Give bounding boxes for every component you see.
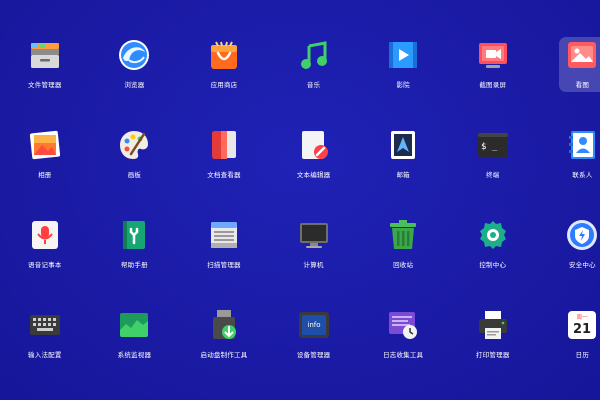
trash-icon [386, 218, 420, 252]
app-label: 截图录屏 [479, 81, 507, 89]
app-label: 帮助手册 [120, 261, 148, 269]
terminal-prompt: $ _ [481, 142, 498, 152]
app-voice-notes[interactable]: 语音记事本 [0, 214, 90, 304]
app-text-editor[interactable]: 文本编辑器 [269, 124, 359, 214]
computer-icon [297, 218, 331, 252]
app-label: 看图 [575, 81, 590, 89]
app-label: 系统监视器 [117, 351, 152, 359]
app-file-manager[interactable]: 文件管理器 [0, 34, 90, 124]
browser-icon [117, 38, 151, 72]
app-grid: 文件管理器 浏览器 应用商店 音乐 影院 截图录屏 看图 相册 画板 文档查看器… [0, 34, 600, 394]
print-manager-icon [476, 308, 510, 342]
calendar-icon: 周一 21 [565, 308, 599, 342]
terminal-icon: $ _ [476, 128, 510, 162]
app-contacts[interactable]: 联系人 [538, 124, 600, 214]
app-mail[interactable]: 邮箱 [358, 124, 448, 214]
calendar-day: 21 [573, 322, 591, 337]
device-badge-text: info [307, 321, 320, 329]
app-palette[interactable]: 画板 [90, 124, 180, 214]
app-label: 扫描管理器 [207, 261, 241, 269]
app-label: 语音记事本 [28, 261, 62, 269]
device-manager-icon: info [297, 308, 331, 342]
keyboard-icon [28, 308, 62, 342]
app-label: 文档查看器 [207, 171, 241, 179]
text-editor-icon [297, 128, 331, 162]
app-browser[interactable]: 浏览器 [90, 34, 180, 124]
app-label: 相册 [38, 171, 52, 179]
app-calendar[interactable]: 周一 21 日历 [538, 304, 600, 394]
image-viewer-icon [565, 38, 599, 72]
app-label: 输入法配置 [28, 351, 62, 359]
app-trash[interactable]: 回收站 [358, 214, 448, 304]
app-screen-recorder[interactable]: 截图录屏 [448, 34, 538, 124]
palette-icon [117, 128, 151, 162]
app-system-monitor[interactable]: 系统监视器 [90, 304, 180, 394]
app-image-viewer[interactable]: 看图 [538, 34, 600, 124]
file-manager-icon [28, 38, 62, 72]
app-store-icon [207, 38, 241, 72]
app-label: 邮箱 [396, 171, 410, 179]
app-computer[interactable]: 计算机 [269, 214, 359, 304]
scanner-icon [207, 218, 241, 252]
album-icon [28, 128, 62, 162]
app-label: 影院 [396, 81, 410, 89]
calendar-weekday: 周一 [577, 314, 589, 321]
app-app-store[interactable]: 应用商店 [179, 34, 269, 124]
app-label: 日历 [575, 351, 590, 359]
app-security-center[interactable]: 安全中心 [538, 214, 600, 304]
app-label: 应用商店 [210, 81, 238, 89]
music-icon [297, 38, 331, 72]
security-center-icon [565, 218, 599, 252]
app-album[interactable]: 相册 [0, 124, 90, 214]
app-label: 终端 [486, 171, 500, 179]
app-boot-maker[interactable]: 启动盘制作工具 [179, 304, 269, 394]
app-label: 控制中心 [479, 261, 507, 269]
document-viewer-icon [207, 128, 241, 162]
video-icon [386, 38, 420, 72]
app-device-manager[interactable]: info 设备管理器 [269, 304, 359, 394]
app-launcher: 文件管理器 浏览器 应用商店 音乐 影院 截图录屏 看图 相册 画板 文档查看器… [0, 0, 600, 400]
app-label: 画板 [127, 171, 142, 179]
app-label: 计算机 [303, 261, 324, 269]
app-log-collector[interactable]: 日志收集工具 [358, 304, 448, 394]
app-label: 日志收集工具 [383, 351, 424, 359]
app-music[interactable]: 音乐 [269, 34, 359, 124]
app-label: 启动盘制作工具 [200, 351, 248, 359]
app-label: 安全中心 [568, 261, 596, 269]
control-center-icon [476, 218, 510, 252]
system-monitor-icon [117, 308, 151, 342]
app-label: 文本编辑器 [296, 171, 331, 179]
app-label: 回收站 [393, 261, 414, 269]
app-label: 打印管理器 [476, 351, 510, 359]
contacts-icon [565, 128, 599, 162]
app-control-center[interactable]: 控制中心 [448, 214, 538, 304]
app-label: 音乐 [306, 81, 321, 89]
app-label: 设备管理器 [296, 351, 331, 359]
voice-notes-icon [28, 218, 62, 252]
log-collector-icon [386, 308, 420, 342]
help-manual-icon [117, 218, 151, 252]
screen-recorder-icon [476, 38, 510, 72]
app-scanner[interactable]: 扫描管理器 [179, 214, 269, 304]
app-document-viewer[interactable]: 文档查看器 [179, 124, 269, 214]
app-label: 文件管理器 [28, 81, 62, 89]
app-keyboard-config[interactable]: 输入法配置 [0, 304, 90, 394]
app-print-manager[interactable]: 打印管理器 [448, 304, 538, 394]
boot-maker-icon [207, 308, 241, 342]
app-terminal[interactable]: $ _ 终端 [448, 124, 538, 214]
app-label: 浏览器 [124, 81, 145, 89]
app-video[interactable]: 影院 [358, 34, 448, 124]
app-label: 联系人 [572, 171, 593, 179]
mail-icon [386, 128, 420, 162]
app-help-manual[interactable]: 帮助手册 [90, 214, 180, 304]
